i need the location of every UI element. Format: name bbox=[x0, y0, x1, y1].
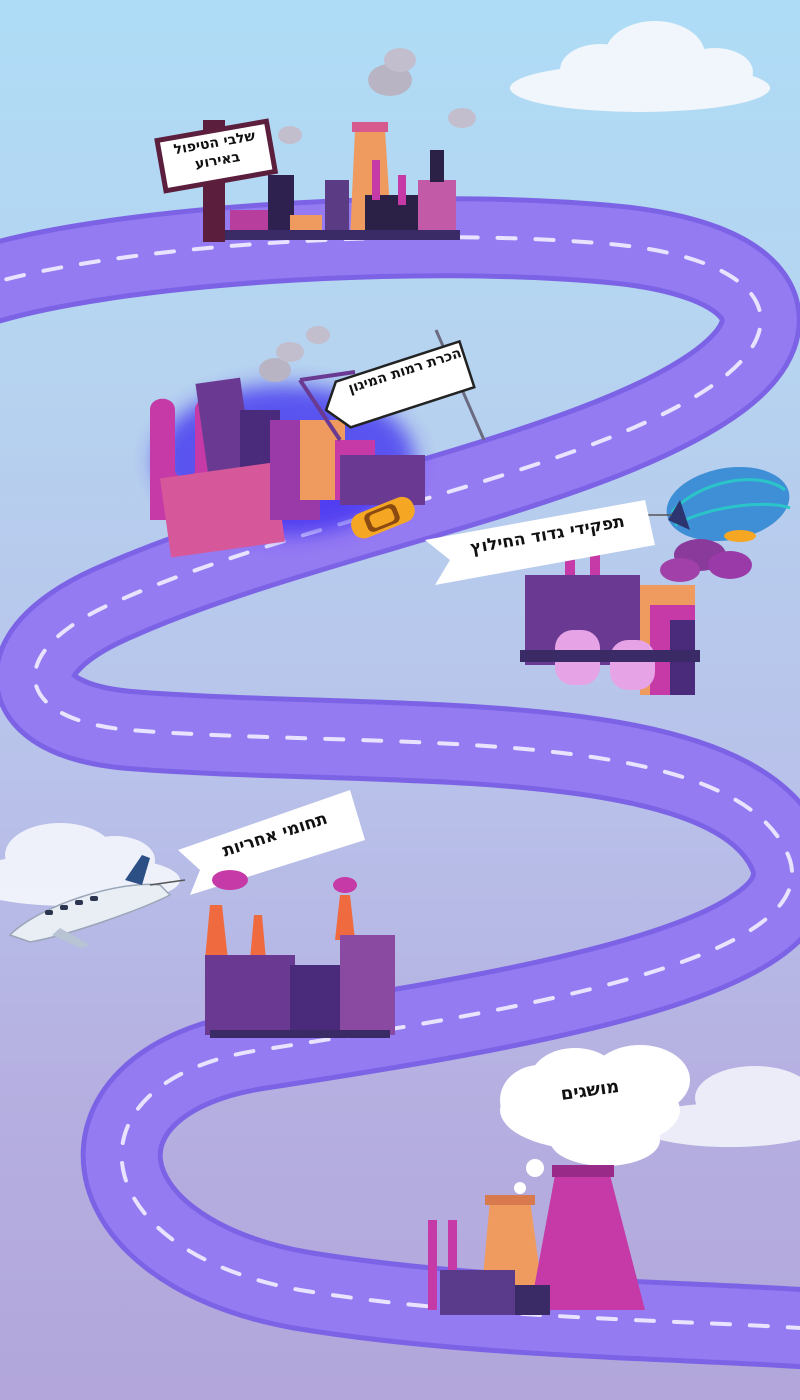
roadmap-scene: שלבי הטיפול באירוע הכרת רמות המיגון תפקי… bbox=[0, 0, 800, 1400]
cloud-top-right bbox=[510, 21, 770, 112]
factory-group-responsibilities bbox=[205, 870, 395, 1038]
roadmap-illustration bbox=[0, 21, 800, 1370]
blimp bbox=[666, 466, 791, 542]
factory-group-concepts bbox=[428, 1165, 645, 1315]
